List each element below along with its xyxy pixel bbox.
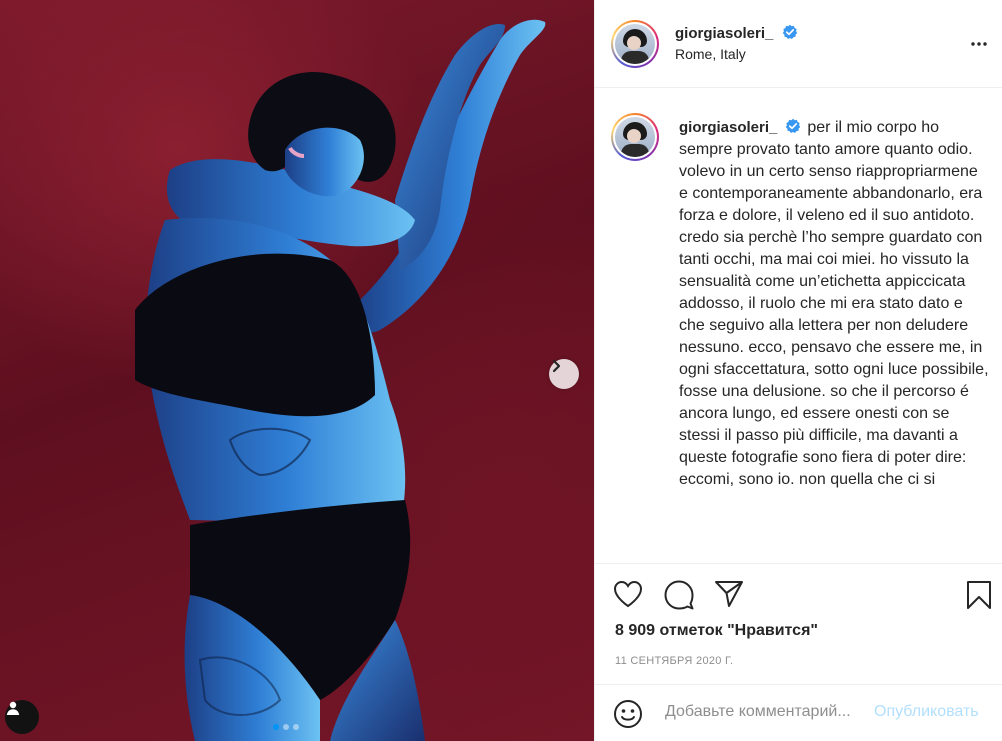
- carousel-dot: [293, 724, 299, 730]
- post-location[interactable]: Rome, Italy: [675, 46, 798, 62]
- more-icon: [971, 42, 987, 46]
- photo-illustration: [135, 19, 546, 741]
- header-username[interactable]: giorgiasoleri_: [675, 25, 773, 42]
- comment-icon: [664, 580, 694, 610]
- verified-badge-icon: [782, 24, 798, 39]
- user-icon: [6, 701, 20, 715]
- emoji-button[interactable]: [613, 699, 643, 734]
- bookmark-icon: [967, 581, 991, 609]
- caption-text-block: giorgiasoleri_ per il mio corpo ho sempr…: [679, 117, 989, 491]
- comment-input[interactable]: [665, 703, 871, 721]
- carousel-dot: [283, 724, 289, 730]
- share-button[interactable]: [714, 580, 744, 613]
- heart-icon: [613, 580, 643, 608]
- avatar[interactable]: [611, 20, 659, 68]
- caption-body: per il mio corpo ho sempre provato tanto…: [679, 119, 989, 488]
- caption-username[interactable]: giorgiasoleri_: [679, 119, 777, 136]
- caption-avatar[interactable]: [611, 113, 659, 161]
- likes-count[interactable]: 8 909 отметок "Нравится": [615, 622, 818, 640]
- more-options-button[interactable]: [970, 34, 988, 52]
- next-photo-button[interactable]: [549, 359, 579, 389]
- comment-button[interactable]: [664, 580, 694, 615]
- post-photo[interactable]: [0, 0, 594, 741]
- chevron-right-icon: [552, 359, 561, 373]
- publish-button[interactable]: Опубликовать: [874, 703, 979, 721]
- paper-plane-icon: [715, 581, 743, 607]
- post-date[interactable]: 11 сентября 2020 г.: [615, 655, 733, 667]
- verified-badge-icon: [786, 118, 801, 133]
- comment-bar: Опубликовать: [595, 684, 1002, 741]
- save-button[interactable]: [966, 580, 992, 615]
- emoji-icon: [614, 700, 642, 728]
- post-side-panel: giorgiasoleri_ Rome, Italy giorgiasoleri…: [594, 0, 1002, 741]
- post-header: giorgiasoleri_ Rome, Italy: [595, 0, 1002, 88]
- tagged-users-button[interactable]: [5, 700, 39, 734]
- caption-area: giorgiasoleri_ per il mio corpo ho sempr…: [595, 89, 1002, 563]
- carousel-dot: [273, 724, 279, 730]
- carousel-indicator: [273, 724, 299, 730]
- post-actions: 8 909 отметок "Нравится" 11 сентября 202…: [595, 563, 1002, 741]
- like-button[interactable]: [613, 580, 643, 613]
